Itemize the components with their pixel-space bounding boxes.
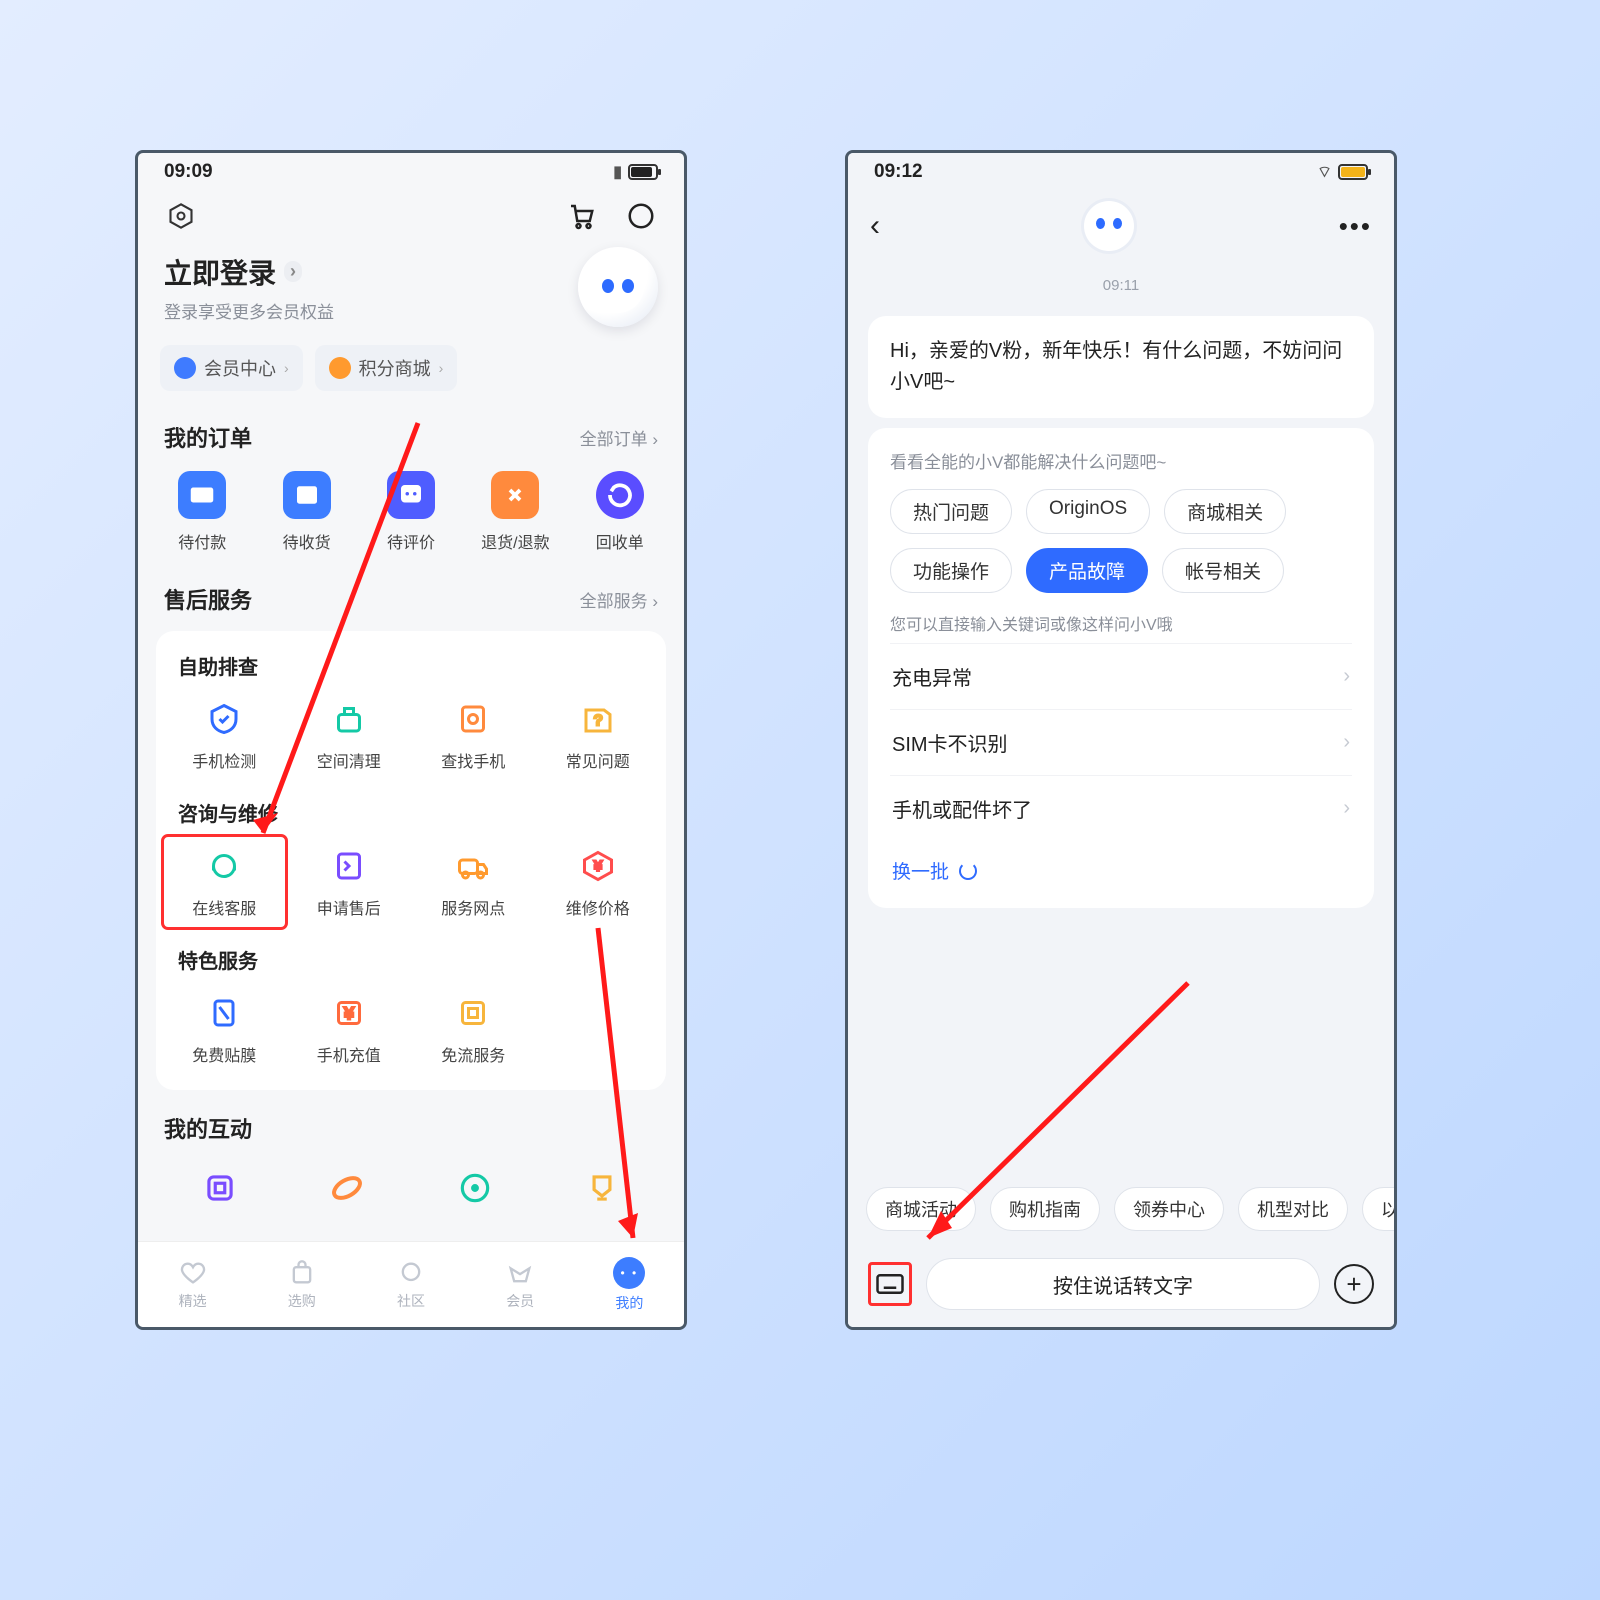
svc-phone-check[interactable]: 手机检测 <box>162 688 287 782</box>
keyboard-icon[interactable] <box>868 1262 912 1306</box>
quick-4[interactable]: 以 <box>1362 1187 1394 1231</box>
orders-all-link[interactable]: 全部订单 › <box>580 425 658 450</box>
tab-member[interactable]: 会员 <box>466 1242 575 1327</box>
special-title: 特色服务 <box>162 929 660 982</box>
interact-header: 我的互动 <box>138 1098 684 1152</box>
services-card: 自助排查 手机检测 空间清理 查找手机 ?常见问题 咨询与维修 在线客服 申请售… <box>156 631 666 1090</box>
faq-2[interactable]: 手机或配件坏了› <box>890 775 1352 841</box>
input-row: 按住说话转文字 + <box>848 1241 1394 1327</box>
svg-text:?: ? <box>594 712 602 729</box>
svc-free-data[interactable]: 免流服务 <box>411 982 536 1076</box>
consult-title: 咨询与维修 <box>162 782 660 835</box>
interact-title: 我的互动 <box>164 1112 252 1144</box>
quick-chips: 会员中心› 积分商城› <box>138 335 684 401</box>
svc-find-phone[interactable]: 查找手机 <box>411 688 536 782</box>
login-subtitle: 登录享受更多会员权益 <box>164 298 334 323</box>
quick-2[interactable]: 领券中心 <box>1114 1187 1224 1231</box>
left-phone-frame: 09:09 ▮ 立即登录› 登录享受更多会员权益 会员中心› 积分商城› <box>135 150 687 1330</box>
refresh-icon <box>959 862 977 880</box>
svc-free-film[interactable]: 免费贴膜 <box>162 982 287 1076</box>
svg-text:¥: ¥ <box>343 1005 354 1023</box>
avatar[interactable] <box>578 247 658 327</box>
topic-0[interactable]: 热门问题 <box>890 489 1012 534</box>
plus-icon[interactable]: + <box>1334 1264 1374 1304</box>
top-toolbar <box>138 187 684 241</box>
topic-3[interactable]: 功能操作 <box>890 548 1012 593</box>
status-time: 09:09 <box>164 161 213 183</box>
status-bar-r: 09:12 ⌔ <box>848 153 1394 187</box>
svc-repair-price[interactable]: ¥维修价格 <box>536 835 661 929</box>
interact-icon-1[interactable] <box>198 1166 242 1210</box>
order-recycle[interactable]: 回收单 <box>568 471 672 553</box>
status-time-r: 09:12 <box>874 161 923 183</box>
services-header: 售后服务 全部服务 › <box>138 563 684 623</box>
svc-faq[interactable]: ?常见问题 <box>536 688 661 782</box>
topic-5[interactable]: 帐号相关 <box>1162 548 1284 593</box>
interact-icon-3[interactable] <box>453 1166 497 1210</box>
svc-clean[interactable]: 空间清理 <box>287 688 412 782</box>
self-check-title: 自助排查 <box>162 635 660 688</box>
quick-0[interactable]: 商城活动 <box>866 1187 976 1231</box>
services-title: 售后服务 <box>164 583 252 615</box>
bot-avatar[interactable] <box>1084 201 1134 251</box>
order-pending-pay[interactable]: 待付款 <box>150 471 254 553</box>
faq-1[interactable]: SIM卡不识别› <box>890 709 1352 775</box>
order-return[interactable]: 退货/退款 <box>463 471 567 553</box>
services-all-link[interactable]: 全部服务 › <box>580 587 658 612</box>
status-bar: 09:09 ▮ <box>138 153 684 187</box>
faq-0[interactable]: 充电异常› <box>890 643 1352 709</box>
back-icon[interactable]: ‹ <box>870 209 880 243</box>
suggestion-card: 看看全能的小V都能解决什么问题吧~ 热门问题 OriginOS 商城相关 功能操… <box>868 428 1374 908</box>
interact-icon-2[interactable] <box>325 1166 369 1210</box>
svc-recharge[interactable]: ¥手机充值 <box>287 982 412 1076</box>
svc-service-point[interactable]: 服务网点 <box>411 835 536 929</box>
battery-icon-r <box>1338 164 1368 180</box>
topic-4[interactable]: 产品故障 <box>1026 548 1148 593</box>
order-review[interactable]: 待评价 <box>359 471 463 553</box>
svc-apply-after[interactable]: 申请售后 <box>287 835 412 929</box>
greeting-bubble: Hi，亲爱的V粉，新年快乐！有什么问题，不妨问问小V吧~ <box>868 316 1374 418</box>
settings-hex-icon[interactable] <box>164 199 198 233</box>
tab-community[interactable]: 社区 <box>356 1242 465 1327</box>
login-title[interactable]: 立即登录› <box>164 252 334 292</box>
hint-line-2: 您可以直接输入关键词或像这样问小V哦 <box>890 611 1352 635</box>
member-center-chip[interactable]: 会员中心› <box>160 345 303 391</box>
tab-featured[interactable]: 精选 <box>138 1242 247 1327</box>
wifi-icon: ⌔ <box>1317 162 1332 182</box>
hint-line-1: 看看全能的小V都能解决什么问题吧~ <box>890 448 1352 473</box>
orders-title: 我的订单 <box>164 421 252 453</box>
tab-mine[interactable]: 我的 <box>575 1242 684 1327</box>
right-phone-frame: 09:12 ⌔ ‹ ••• 09:11 Hi，亲爱的V粉，新年快乐！有什么问题，… <box>845 150 1397 1330</box>
tab-shop[interactable]: 选购 <box>247 1242 356 1327</box>
battery-icon <box>628 164 658 180</box>
chat-toolbar: ‹ ••• <box>848 187 1394 265</box>
svg-text:¥: ¥ <box>593 859 602 874</box>
message-icon[interactable] <box>624 199 658 233</box>
status-signal-icon: ▮ <box>613 162 622 182</box>
points-mall-chip[interactable]: 积分商城› <box>315 345 458 391</box>
tab-mine-icon <box>613 1257 645 1289</box>
topic-pills: 热门问题 OriginOS 商城相关 功能操作 产品故障 帐号相关 <box>890 489 1352 593</box>
refresh-link[interactable]: 换一批 <box>890 841 1352 888</box>
topic-1[interactable]: OriginOS <box>1026 489 1150 534</box>
profile-row: 立即登录› 登录享受更多会员权益 <box>138 241 684 335</box>
timestamp: 09:11 <box>848 265 1394 306</box>
order-pending-ship[interactable]: 待收货 <box>254 471 358 553</box>
svc-online-service[interactable]: 在线客服 <box>162 835 287 929</box>
quick-chips-row: 商城活动 购机指南 领券中心 机型对比 以 <box>848 1187 1394 1231</box>
topic-2[interactable]: 商城相关 <box>1164 489 1286 534</box>
cart-icon[interactable] <box>564 199 598 233</box>
interact-icon-4[interactable] <box>580 1166 624 1210</box>
orders-grid: 待付款 待收货 待评价 退货/退款 回收单 <box>138 461 684 563</box>
orders-header: 我的订单 全部订单 › <box>138 401 684 461</box>
tab-bar: 精选 选购 社区 会员 我的 <box>138 1241 684 1327</box>
interact-row <box>138 1152 684 1210</box>
quick-3[interactable]: 机型对比 <box>1238 1187 1348 1231</box>
quick-1[interactable]: 购机指南 <box>990 1187 1100 1231</box>
more-icon[interactable]: ••• <box>1339 211 1372 242</box>
voice-input[interactable]: 按住说话转文字 <box>926 1258 1320 1310</box>
